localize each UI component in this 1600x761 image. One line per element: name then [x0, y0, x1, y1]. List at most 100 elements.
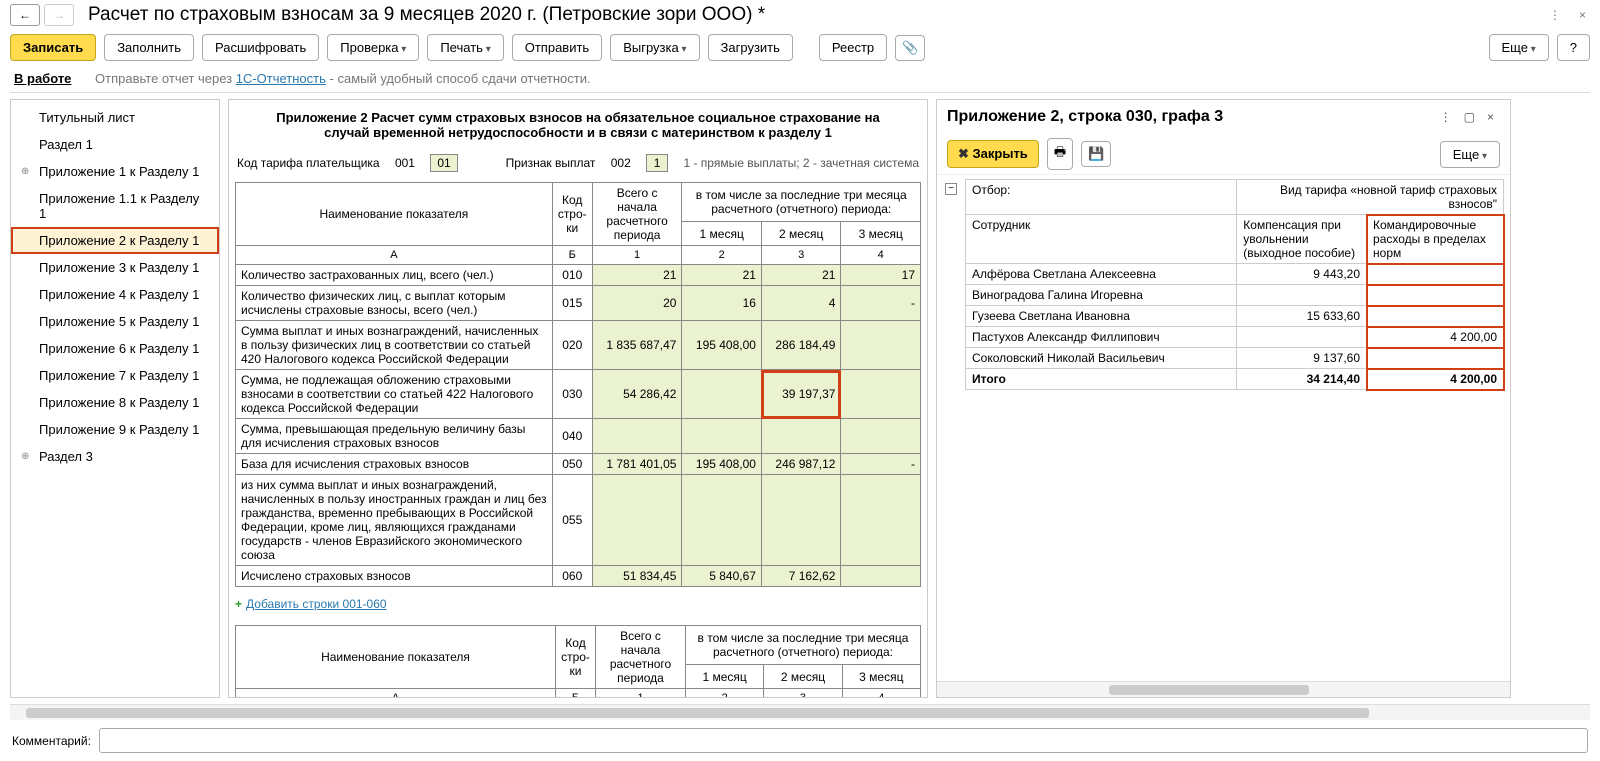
import-button[interactable]: Загрузить [708, 34, 793, 61]
cell-value[interactable]: 195 408,00 [682, 321, 762, 370]
cell-value[interactable]: 246 987,12 [761, 454, 841, 475]
cell-value[interactable] [841, 566, 921, 587]
cell-value[interactable] [761, 475, 841, 566]
status-bar: В работе Отправьте отчет через 1С-Отчетн… [0, 65, 1600, 92]
panel-more-dropdown[interactable]: Еще [1440, 141, 1500, 168]
cell-value[interactable]: 195 408,00 [682, 454, 762, 475]
nav-item[interactable]: Приложение 8 к Разделу 1 [11, 389, 219, 416]
help-button[interactable]: ? [1557, 34, 1590, 61]
expander-icon[interactable]: ⊕ [21, 166, 29, 177]
cell-value[interactable]: 20 [592, 286, 682, 321]
detail-panel: Приложение 2, строка 030, графа 3 ⋮ ▢ × … [936, 99, 1511, 698]
status-link[interactable]: В работе [14, 71, 71, 86]
nav-item-label: Приложение 1.1 к Разделу 1 [39, 191, 199, 221]
cell-value[interactable]: 21 [761, 265, 841, 286]
pay-sign-label: Признак выплат [506, 156, 596, 170]
nav-item[interactable]: Приложение 2 к Разделу 1 [11, 227, 219, 254]
attach-icon[interactable] [895, 35, 925, 61]
table-row: из них сумма выплат и иных вознаграждени… [236, 475, 921, 566]
cell-value[interactable] [841, 370, 921, 419]
pay-sign-input[interactable]: 1 [646, 154, 668, 172]
cell-value[interactable] [841, 475, 921, 566]
compensation-cell [1237, 285, 1367, 306]
table-row: Сумма, превышающая предельную величину б… [236, 419, 921, 454]
cell-value[interactable] [682, 419, 762, 454]
compensation-cell: 9 443,20 [1237, 264, 1367, 285]
registry-button[interactable]: Реестр [819, 34, 887, 61]
cell-value[interactable]: 21 [682, 265, 762, 286]
row-code: 050 [552, 454, 592, 475]
export-dropdown[interactable]: Выгрузка [610, 34, 699, 61]
cell-value[interactable]: 16 [682, 286, 762, 321]
employee-cell: Гузеева Светлана Ивановна [966, 306, 1237, 327]
nav-back-button[interactable]: ← [10, 4, 40, 26]
nav-item[interactable]: Приложение 4 к Разделу 1 [11, 281, 219, 308]
main-horizontal-scrollbar[interactable] [10, 704, 1590, 720]
cell-value[interactable] [592, 475, 682, 566]
panel-close-button[interactable]: Закрыть [947, 140, 1039, 168]
window-close-icon[interactable]: × [1575, 6, 1590, 24]
decode-button[interactable]: Расшифровать [202, 34, 319, 61]
nav-item[interactable]: Приложение 3 к Разделу 1 [11, 254, 219, 281]
detail-row: Алфёрова Светлана Алексеевна9 443,20 [966, 264, 1504, 285]
col-header-trip: Командировочные расходы в пределах норм [1367, 215, 1504, 264]
cell-value[interactable] [592, 419, 682, 454]
nav-item[interactable]: ⊕Раздел 3 [11, 443, 219, 470]
panel-title: Приложение 2, строка 030, графа 3 [947, 108, 1434, 126]
panel-kebab-icon[interactable]: ⋮ [1434, 108, 1458, 126]
cell-value[interactable] [841, 419, 921, 454]
row-name: из них сумма выплат и иных вознаграждени… [236, 475, 553, 566]
cell-value[interactable]: 17 [841, 265, 921, 286]
tree-collapse-icon[interactable]: − [945, 183, 957, 195]
filter-text: Вид тарифа «новной тариф страховых взнос… [1237, 180, 1504, 215]
cell-value[interactable]: 1 835 687,47 [592, 321, 682, 370]
total-compensation: 34 214,40 [1237, 369, 1367, 390]
cell-value[interactable]: 39 197,37 [761, 370, 841, 419]
cell-value[interactable]: 4 [761, 286, 841, 321]
nav-item[interactable]: Приложение 5 к Разделу 1 [11, 308, 219, 335]
send-button[interactable]: Отправить [512, 34, 602, 61]
cell-value[interactable]: 54 286,42 [592, 370, 682, 419]
comment-input[interactable] [99, 728, 1588, 753]
cell-value[interactable]: 5 840,67 [682, 566, 762, 587]
nav-item-label: Приложение 7 к Разделу 1 [39, 368, 199, 383]
row-name: Сумма, превышающая предельную величину б… [236, 419, 553, 454]
cell-value[interactable] [682, 475, 762, 566]
fill-button[interactable]: Заполнить [104, 34, 194, 61]
expander-icon[interactable]: ⊕ [21, 451, 29, 462]
cell-value[interactable]: 7 162,62 [761, 566, 841, 587]
cell-value[interactable] [841, 321, 921, 370]
nav-item[interactable]: Титульный лист [11, 104, 219, 131]
more-dropdown[interactable]: Еще [1489, 34, 1549, 61]
code-tariff-input[interactable]: 01 [430, 154, 457, 172]
nav-forward-button[interactable]: → [44, 4, 74, 26]
total-label: Итого [966, 369, 1237, 390]
nav-item[interactable]: Приложение 7 к Разделу 1 [11, 362, 219, 389]
cell-value[interactable]: 1 781 401,05 [592, 454, 682, 475]
save-button[interactable]: Записать [10, 34, 96, 61]
cell-value[interactable]: - [841, 454, 921, 475]
nav-item[interactable]: Приложение 9 к Разделу 1 [11, 416, 219, 443]
nav-item[interactable]: Приложение 1.1 к Разделу 1 [11, 185, 219, 227]
panel-maximize-icon[interactable]: ▢ [1458, 108, 1481, 126]
kebab-menu-icon[interactable]: ⋮ [1545, 6, 1565, 24]
panel-horizontal-scrollbar[interactable] [937, 681, 1510, 697]
cell-value[interactable]: - [841, 286, 921, 321]
nav-item[interactable]: ⊕Приложение 1 к Разделу 1 [11, 158, 219, 185]
print-dropdown[interactable]: Печать [427, 34, 503, 61]
nav-item[interactable]: Приложение 6 к Разделу 1 [11, 335, 219, 362]
cell-value[interactable] [682, 370, 762, 419]
cell-value[interactable]: 51 834,45 [592, 566, 682, 587]
report-table: Наименование показателя Код стро-ки Всег… [235, 182, 921, 587]
table-row: База для исчисления страховых взносов050… [236, 454, 921, 475]
cell-value[interactable]: 21 [592, 265, 682, 286]
cell-value[interactable] [761, 419, 841, 454]
panel-close-icon[interactable]: × [1481, 108, 1500, 126]
cell-value[interactable]: 286 184,49 [761, 321, 841, 370]
panel-save-icon[interactable]: 💾 [1081, 141, 1111, 167]
panel-print-icon[interactable]: 🖶 [1047, 138, 1073, 170]
add-rows-link[interactable]: Добавить строки 001-060 [246, 597, 387, 611]
check-dropdown[interactable]: Проверка [327, 34, 419, 61]
one-c-reporting-link[interactable]: 1С-Отчетность [236, 71, 326, 86]
nav-item[interactable]: Раздел 1 [11, 131, 219, 158]
